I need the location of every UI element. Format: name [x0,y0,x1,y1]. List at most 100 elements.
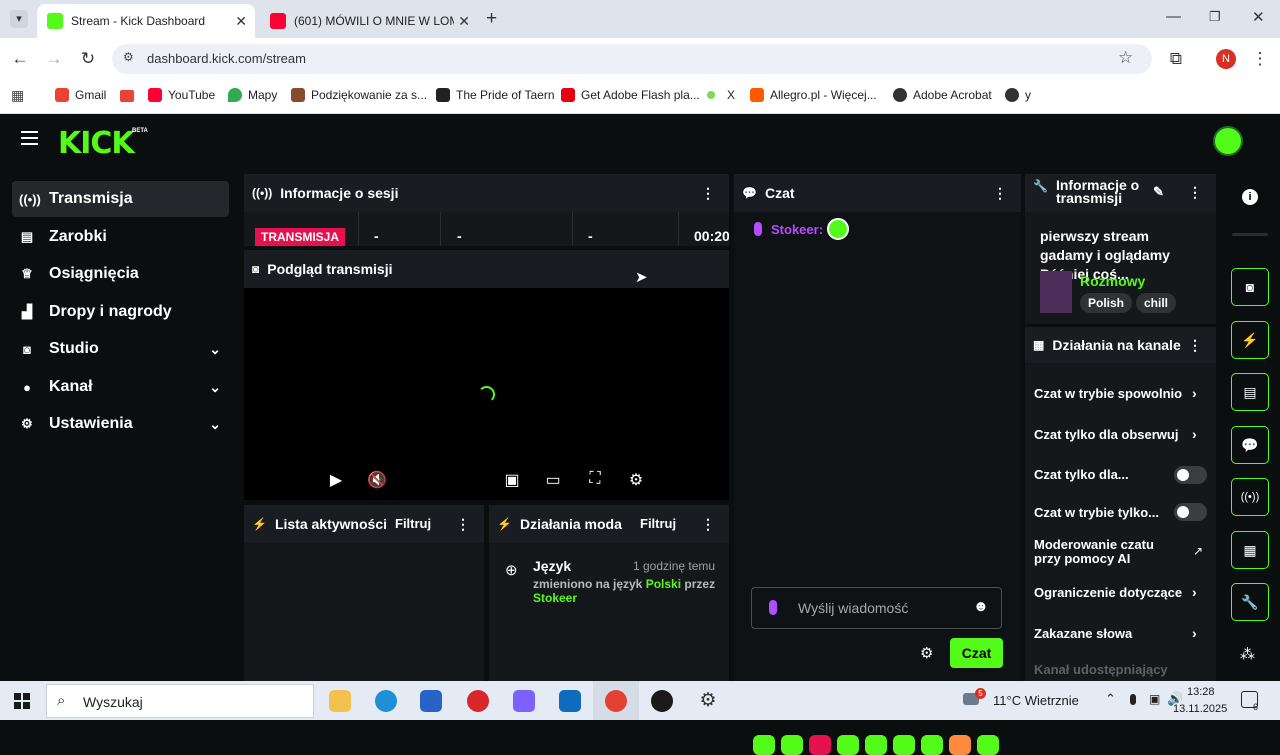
chevron-right-icon[interactable]: › [1192,426,1197,442]
clock-time[interactable]: 13:28 [1187,686,1215,698]
subscribers-only-toggle[interactable] [1174,466,1207,484]
store-icon[interactable] [420,690,442,712]
minimize-icon[interactable]: — [1166,8,1181,25]
sidebar-item-studio[interactable]: ◙ Studio ⌄ [12,331,229,367]
windows-start-icon[interactable] [14,693,30,709]
bookmark-x[interactable]: X [707,88,735,102]
bookmark-maps[interactable]: Mapy [228,88,277,102]
emote-icon[interactable] [781,735,803,755]
address-bar[interactable]: ⚙ dashboard.kick.com/stream ☆ [112,44,1152,74]
network-icon[interactable]: ▣ [1149,692,1160,706]
user-link[interactable]: Stokeer [533,591,577,605]
clock-date[interactable]: 13.11.2025 [1173,703,1227,715]
chevron-right-icon[interactable]: › [1192,625,1197,641]
apps-grid-icon[interactable]: ▦ [11,87,24,104]
extensions-icon[interactable]: ⧉ [1165,48,1187,70]
info-icon[interactable]: i [1242,189,1258,205]
play-icon[interactable]: ▶ [326,470,346,490]
mini-player-icon[interactable]: ▣ [502,470,522,490]
close-tab-icon[interactable]: ✕ [235,13,247,30]
mod-actions-filter-button[interactable]: Filtruj [640,516,676,531]
hamburger-menu-icon[interactable] [21,131,38,145]
app-icon[interactable] [467,690,489,712]
bookmark-youtube[interactable]: YouTube [148,88,215,102]
emote-only-toggle[interactable] [1174,503,1207,521]
reload-icon[interactable]: ↻ [77,48,99,70]
sidebar-item-zarobki[interactable]: ▤ Zarobki [12,219,229,255]
kebab-menu-icon[interactable]: ⋮ [993,185,1007,202]
back-icon[interactable]: ← [9,48,31,70]
fullscreen-icon[interactable]: ⛶ [585,470,605,488]
m365-icon[interactable] [513,690,535,712]
rail-broadcast-button[interactable]: ((•)) [1231,478,1269,516]
chevron-right-icon[interactable]: › [1192,584,1197,600]
action-banned-words[interactable]: Zakazane słowa [1034,626,1214,641]
rail-activity-button[interactable]: ⚡ [1231,321,1269,359]
chat-input[interactable]: Wyślij wiadomość ☻ [751,587,1002,629]
rail-notes-button[interactable]: ▤ [1231,373,1269,411]
sidebar-item-transmisja[interactable]: ((•)) Transmisja [12,181,229,217]
chat-settings-icon[interactable]: ⚙ [920,644,933,662]
edge-icon[interactable] [375,690,397,712]
settings-gear-icon[interactable]: ⚙ [626,470,646,490]
activity-filter-button[interactable]: Filtruj [395,516,431,531]
emoji-icon[interactable]: ☻ [973,598,989,615]
close-tab-icon[interactable]: ✕ [458,13,470,30]
sidebar-item-kanal[interactable]: ● Kanał ⌄ [12,369,229,405]
action-ai-moderation[interactable]: Moderowanie czatu przy pomocy AI [1034,538,1164,566]
tab-search-icon[interactable]: ▾ [10,10,28,28]
bookmark-gmail-icon-only[interactable] [120,90,134,102]
action-shared-channel[interactable]: Kanał udostępniający [1034,662,1214,680]
action-subscribers-only[interactable]: Czat tylko dla... [1034,467,1164,482]
bookmark-gmail[interactable]: Gmail [55,88,106,102]
sidebar-item-ustawienia[interactable]: ⚙ Ustawienia ⌄ [12,406,229,442]
microphone-icon[interactable] [1130,694,1136,705]
action-slow-mode[interactable]: Czat w trybie spowolnio [1034,386,1186,401]
bookmark-adobe-flash[interactable]: Get Adobe Flash pla... [561,88,700,102]
kebab-menu-icon[interactable]: ⋮ [1188,184,1202,201]
kebab-menu-icon[interactable]: ⋮ [701,516,715,533]
emote-icon[interactable] [809,735,831,755]
rail-preview-button[interactable]: ◙ [1231,268,1269,306]
bookmark-podziekowanie[interactable]: Podziękowanie za s... [291,88,427,102]
rail-channel-actions-button[interactable]: ▦ [1231,531,1269,569]
chat-username[interactable]: Stokeer: [771,222,823,237]
restore-icon[interactable]: ❐ [1209,9,1221,25]
action-followers-only[interactable]: Czat tylko dla obserwuj [1034,427,1186,442]
settings-icon[interactable]: ⚙ [697,690,719,712]
rail-more-icon[interactable]: ⁂ [1240,645,1255,663]
action-restrictions[interactable]: Ograniczenie dotyczące [1034,585,1186,600]
chevron-right-icon[interactable]: › [1192,385,1197,401]
kebab-menu-icon[interactable]: ⋮ [1188,337,1202,354]
site-info-icon[interactable]: ⚙ [123,50,134,64]
tag-badge[interactable]: Polish [1080,293,1133,313]
rail-chat-button[interactable]: 💬 [1231,426,1269,464]
weather-text[interactable]: 11°C Wietrznie [993,693,1079,708]
profile-avatar[interactable]: N [1216,49,1236,69]
emote-icon[interactable] [753,735,775,755]
edit-pencil-icon[interactable]: ✎ [1153,184,1164,200]
kick-logo[interactable]: KICK [58,126,135,161]
bookmark-acrobat[interactable]: Adobe Acrobat [893,88,992,102]
taskbar-search-box[interactable]: ⌕ Wyszukaj [46,684,314,718]
tab-youtube[interactable]: (601) MÓWILI O MNIE W LOME ✕ [260,4,478,38]
emote-icon[interactable] [921,735,943,755]
emote-icon[interactable] [949,735,971,755]
kebab-menu-icon[interactable]: ⋮ [456,516,470,533]
kebab-menu-icon[interactable]: ⋮ [701,185,715,202]
sidebar-item-dropy[interactable]: ▟ Dropy i nagrody [12,294,229,330]
emote-icon[interactable] [865,735,887,755]
emote-icon[interactable] [893,735,915,755]
emote-icon[interactable] [837,735,859,755]
mute-icon[interactable]: 🔇 [367,470,387,490]
theater-mode-icon[interactable]: ▭ [543,470,563,490]
language-link[interactable]: Polski [646,577,681,591]
forward-icon[interactable]: → [43,48,65,70]
tab-kick-dashboard[interactable]: Stream - Kick Dashboard ✕ [37,4,255,38]
tray-chevron-up-icon[interactable]: ⌃ [1105,691,1116,707]
category-link[interactable]: Rozmowy [1080,273,1145,289]
tag-badge[interactable]: chill [1136,293,1177,313]
new-tab-button[interactable]: + [486,8,497,30]
close-window-icon[interactable]: ✕ [1252,8,1265,26]
chrome-icon[interactable] [605,690,627,712]
